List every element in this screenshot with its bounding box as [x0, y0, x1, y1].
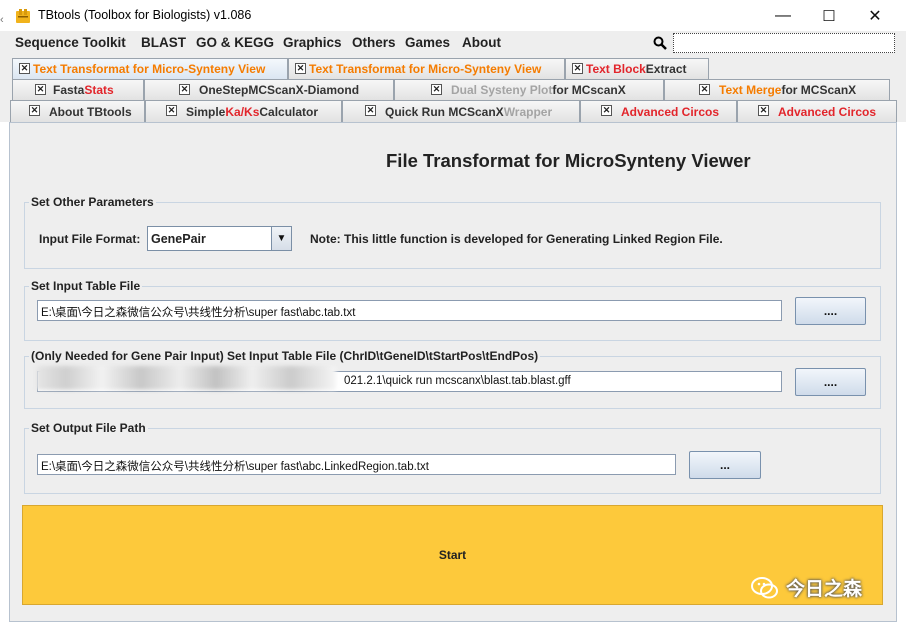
- tab-onestep-mcscanx-diamond[interactable]: ✕ OneStepMCScanX-Diamond: [144, 79, 394, 100]
- menu-sequence-toolkit[interactable]: Sequence Toolkit: [15, 35, 126, 50]
- tab-strip: ✕ Text Transformat for Micro-Synteny Vie…: [0, 56, 906, 122]
- tab-simple-kaks-calculator[interactable]: ✕ Simple Ka/Ks Calculator: [145, 100, 342, 122]
- tab-text-transformat-1[interactable]: ✕ Text Transformat for Micro-Synteny Vie…: [12, 58, 288, 79]
- tab-text-merge[interactable]: ✕ Text Merge for MCScanX: [664, 79, 890, 100]
- tab-text-block-extract[interactable]: ✕ Text Block Extract: [565, 58, 709, 79]
- output-path-field[interactable]: E:\桌面\今日之森微信公众号\共线性分析\super fast\abc.Lin…: [37, 454, 676, 475]
- right-edge: [897, 122, 906, 622]
- search-input[interactable]: [673, 33, 895, 53]
- tab-text-transformat-2[interactable]: ✕ Text Transformat for Micro-Synteny Vie…: [288, 58, 565, 79]
- tab-dual-systeny-plot[interactable]: ✕ Dual Systeny Plot for MCscanX: [394, 79, 664, 100]
- browse-output-path-button[interactable]: ...: [689, 451, 761, 479]
- menu-about[interactable]: About: [462, 35, 501, 50]
- close-tab-icon[interactable]: ✕: [699, 84, 710, 95]
- watermark: 今日之森: [750, 574, 862, 601]
- close-tab-icon[interactable]: ✕: [601, 105, 612, 116]
- menu-games[interactable]: Games: [405, 35, 450, 50]
- blurred-path-region: [36, 366, 336, 390]
- minimize-button[interactable]: —: [760, 0, 806, 31]
- close-tab-icon[interactable]: ✕: [35, 84, 46, 95]
- menu-blast[interactable]: BLAST: [141, 35, 186, 50]
- tab-quick-run-mcscanx-wrapper[interactable]: ✕ Quick Run MCScanX Wrapper: [342, 100, 580, 122]
- close-tab-icon[interactable]: ✕: [758, 105, 769, 116]
- page-title: File Transformat for MicroSynteny Viewer: [386, 150, 751, 171]
- output-path-label: Set Output File Path: [29, 421, 148, 435]
- watermark-text: 今日之森: [786, 579, 863, 600]
- input-table-label: Set Input Table File: [29, 279, 143, 293]
- tab-about-tbtools[interactable]: ✕ About TBtools: [10, 100, 145, 122]
- input-table-field[interactable]: E:\桌面\今日之森微信公众号\共线性分析\super fast\abc.tab…: [37, 300, 782, 321]
- maximize-button[interactable]: ☐: [806, 0, 852, 31]
- chevron-down-icon[interactable]: ▼: [271, 227, 291, 250]
- close-tab-icon[interactable]: ✕: [431, 84, 442, 95]
- close-tab-icon[interactable]: ✕: [572, 63, 583, 74]
- tab-advanced-circos-2[interactable]: ✕ Advanced Circos: [737, 100, 897, 122]
- close-tab-icon[interactable]: ✕: [19, 63, 30, 74]
- menu-go-kegg[interactable]: GO & KEGG: [196, 35, 274, 50]
- close-tab-icon[interactable]: ✕: [166, 105, 177, 116]
- close-tab-icon[interactable]: ✕: [365, 105, 376, 116]
- menu-graphics[interactable]: Graphics: [283, 35, 342, 50]
- input-format-label: Input File Format:: [39, 232, 141, 246]
- browse-input-table-button[interactable]: ....: [795, 297, 866, 325]
- close-button[interactable]: ✕: [852, 0, 898, 31]
- window-title: TBtools (Toolbox for Biologists) v1.086: [38, 8, 252, 22]
- browse-gene-pair-table-button[interactable]: ....: [795, 368, 866, 396]
- gene-pair-table-label: (Only Needed for Gene Pair Input) Set In…: [29, 349, 541, 363]
- search-icon[interactable]: [653, 36, 667, 50]
- input-format-value: GenePair: [151, 232, 206, 246]
- tab-fasta-stats[interactable]: ✕ Fasta Stats: [12, 79, 144, 100]
- title-bar: TBtools (Toolbox for Biologists) v1.086 …: [0, 0, 906, 31]
- close-tab-icon[interactable]: ✕: [29, 105, 40, 116]
- wechat-icon: [751, 576, 778, 598]
- menu-others[interactable]: Others: [352, 35, 396, 50]
- note-text: Note: This little function is developed …: [310, 232, 723, 246]
- tab-advanced-circos-1[interactable]: ✕ Advanced Circos: [580, 100, 737, 122]
- other-parameters-label: Set Other Parameters: [29, 195, 156, 209]
- tbtools-app-icon: [16, 9, 30, 23]
- close-tab-icon[interactable]: ✕: [295, 63, 306, 74]
- close-tab-icon[interactable]: ✕: [179, 84, 190, 95]
- input-format-select[interactable]: GenePair ▼: [147, 226, 292, 251]
